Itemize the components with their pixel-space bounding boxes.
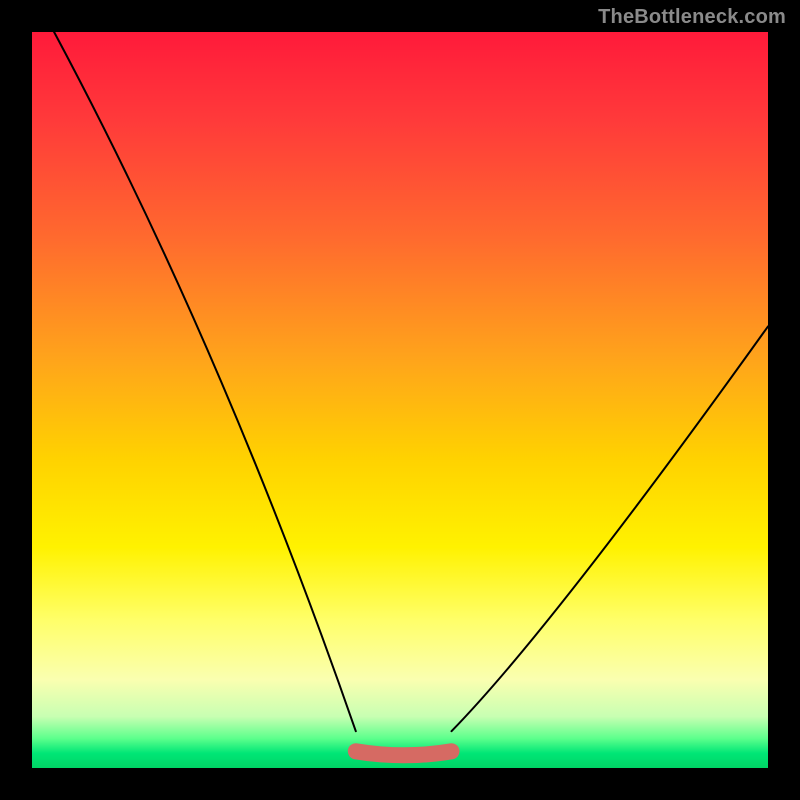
chart-stage: TheBottleneck.com [0,0,800,800]
right-ascent-curve [452,326,769,731]
curve-layer [32,32,768,768]
plateau-marker [356,751,452,755]
plot-area [32,32,768,768]
watermark-text: TheBottleneck.com [598,6,786,29]
left-descent-curve [54,32,356,731]
